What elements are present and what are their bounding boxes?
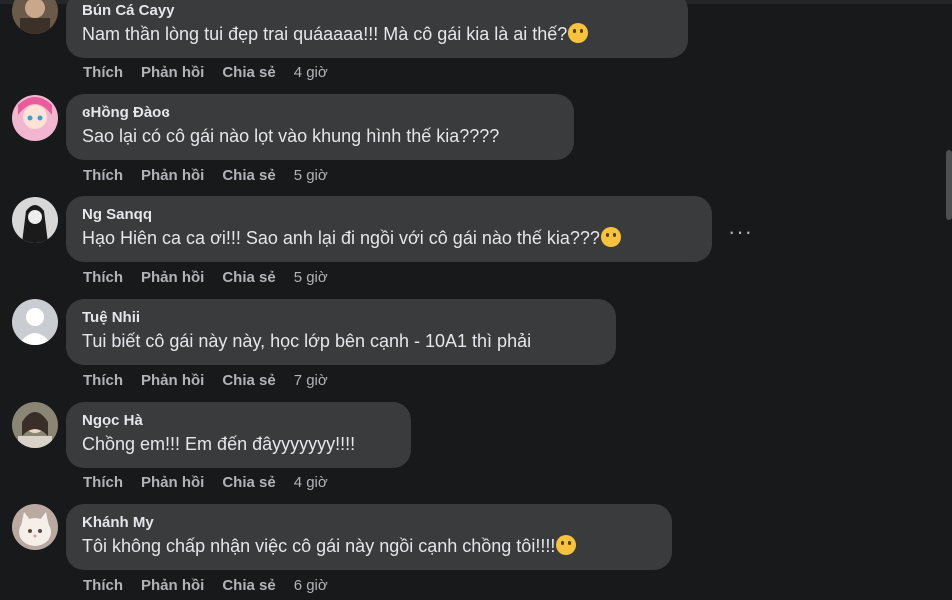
comment-text-content: Nam thần lòng tui đẹp trai quáaaaa!!! Mà… — [82, 24, 568, 44]
share-button[interactable]: Chia sẻ — [222, 474, 275, 491]
reply-button[interactable]: Phản hồi — [141, 474, 204, 491]
comment-actions: Thích Phản hồi Chia sẻ 5 giờ — [83, 269, 346, 286]
reply-button[interactable]: Phản hồi — [141, 372, 204, 389]
comment-text: Sao lại có cô gái nào lọt vào khung hình… — [82, 126, 500, 146]
comment-bubble: ɞHồng Đàoɞ Sao lại có cô gái nào lọt vào… — [66, 94, 574, 160]
comment-bubble: Tuệ Nhii Tui biết cô gái này này, học lớ… — [66, 299, 616, 365]
share-button[interactable]: Chia sẻ — [222, 577, 275, 594]
comment-text-content: Hạo Hiên ca ca ơi!!! Sao anh lại đi ngồi… — [82, 228, 600, 248]
comment-author[interactable]: Ngọc Hà — [82, 411, 395, 431]
comment-time[interactable]: 7 giờ — [294, 372, 328, 389]
sad-emoji-icon — [556, 535, 577, 555]
like-button[interactable]: Thích — [83, 372, 123, 389]
comment-actions: Thích Phản hồi Chia sẻ 7 giờ — [83, 372, 346, 389]
comment-bubble: Ng Sanqq Hạo Hiên ca ca ơi!!! Sao anh lạ… — [66, 196, 712, 262]
more-options-icon[interactable]: ··· — [728, 221, 753, 243]
avatar[interactable] — [12, 0, 58, 34]
pleading-emoji-icon — [600, 227, 621, 247]
comment-text: Nam thần lòng tui đẹp trai quáaaaa!!! Mà… — [82, 21, 672, 47]
share-button[interactable]: Chia sẻ — [222, 167, 275, 184]
comment-text: Hạo Hiên ca ca ơi!!! Sao anh lại đi ngồi… — [82, 225, 696, 251]
avatar[interactable] — [12, 197, 58, 243]
comment-bubble: Bún Cá Cayy Nam thần lòng tui đẹp trai q… — [66, 0, 688, 58]
share-button[interactable]: Chia sẻ — [222, 372, 275, 389]
like-button[interactable]: Thích — [83, 64, 123, 81]
comment-author[interactable]: Ng Sanqq — [82, 205, 696, 225]
comment-time[interactable]: 5 giờ — [294, 269, 328, 286]
avatar[interactable] — [12, 299, 58, 345]
comment-text: Chồng em!!! Em đến đâyyyyyyy!!!! — [82, 434, 356, 454]
like-button[interactable]: Thích — [83, 269, 123, 286]
share-button[interactable]: Chia sẻ — [222, 64, 275, 81]
reply-button[interactable]: Phản hồi — [141, 577, 204, 594]
like-button[interactable]: Thích — [83, 167, 123, 184]
reply-button[interactable]: Phản hồi — [141, 269, 204, 286]
comment-text: Tôi không chấp nhận việc cô gái này ngồi… — [82, 533, 656, 559]
comment-text: Tui biết cô gái này này, học lớp bên cạn… — [82, 331, 532, 351]
comment-bubble: Khánh My Tôi không chấp nhận việc cô gái… — [66, 504, 672, 570]
comment-bubble: Ngọc Hà Chồng em!!! Em đến đâyyyyyyy!!!! — [66, 402, 411, 468]
comment-time[interactable]: 4 giờ — [294, 474, 328, 491]
comment-actions: Thích Phản hồi Chia sẻ 6 giờ — [83, 577, 346, 594]
comment-author[interactable]: ɞHồng Đàoɞ — [82, 103, 558, 123]
comment-author[interactable]: Tuệ Nhii — [82, 308, 600, 328]
scrollbar-thumb[interactable] — [946, 150, 952, 220]
smirk-emoji-icon — [568, 23, 589, 43]
share-button[interactable]: Chia sẻ — [222, 269, 275, 286]
comment-author[interactable]: Bún Cá Cayy — [82, 1, 672, 21]
comment-time[interactable]: 6 giờ — [294, 577, 328, 594]
like-button[interactable]: Thích — [83, 474, 123, 491]
comment-text-content: Tôi không chấp nhận việc cô gái này ngồi… — [82, 536, 556, 556]
comment-actions: Thích Phản hồi Chia sẻ 4 giờ — [83, 64, 346, 81]
comment-actions: Thích Phản hồi Chia sẻ 4 giờ — [83, 474, 346, 491]
comment-actions: Thích Phản hồi Chia sẻ 5 giờ — [83, 167, 346, 184]
comment-time[interactable]: 4 giờ — [294, 64, 328, 81]
like-button[interactable]: Thích — [83, 577, 123, 594]
reply-button[interactable]: Phản hồi — [141, 64, 204, 81]
avatar[interactable] — [12, 95, 58, 141]
avatar[interactable] — [12, 504, 58, 550]
reply-button[interactable]: Phản hồi — [141, 167, 204, 184]
avatar[interactable] — [12, 402, 58, 448]
comment-time[interactable]: 5 giờ — [294, 167, 328, 184]
comment-author[interactable]: Khánh My — [82, 513, 656, 533]
